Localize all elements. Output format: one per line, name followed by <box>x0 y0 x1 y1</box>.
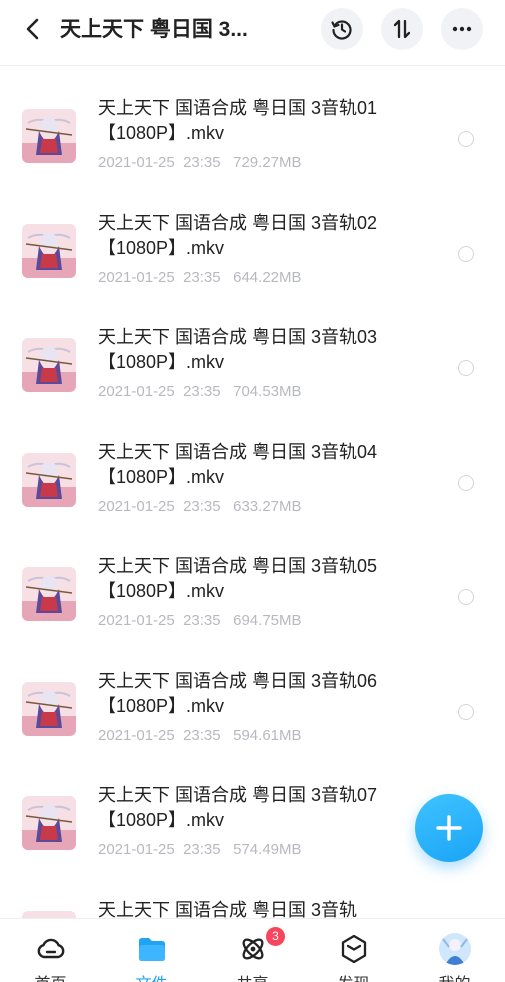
tab-share[interactable]: 3 共享 <box>202 919 303 982</box>
select-radio[interactable] <box>458 703 474 720</box>
share-orbit-icon <box>237 933 269 965</box>
back-button[interactable] <box>18 14 48 44</box>
bottom-tab-bar: 首页 文件 3 共享 发现 <box>0 918 505 982</box>
file-date: 2021-01-25 23:35 <box>98 268 221 286</box>
tab-label: 共享 <box>202 970 303 982</box>
file-list: 天上天下 国语合成 粤日国 3音轨01【1080P】.mkv 2021-01-2… <box>0 66 505 918</box>
select-radio[interactable] <box>458 474 474 491</box>
video-thumbnail <box>22 338 76 392</box>
tab-label: 首页 <box>0 970 101 982</box>
file-row[interactable]: 天上天下 国语合成 粤日国 3音轨04【1080P】.mkv 2021-01-2… <box>0 410 505 525</box>
video-thumbnail <box>22 109 76 163</box>
video-thumbnail <box>22 681 76 736</box>
file-row[interactable]: 天上天下 国语合成 粤日国 3音轨 <box>0 868 505 919</box>
file-date: 2021-01-25 23:35 <box>98 497 221 515</box>
file-row[interactable]: 天上天下 国语合成 粤日国 3音轨02【1080P】.mkv 2021-01-2… <box>0 181 505 296</box>
file-name: 天上天下 国语合成 粤日国 3音轨02【1080P】.mkv <box>98 212 378 258</box>
file-name: 天上天下 国语合成 粤日国 3音轨 <box>98 899 358 919</box>
file-size: 694.75MB <box>233 612 302 629</box>
folder-icon <box>136 933 168 965</box>
history-button[interactable] <box>321 8 363 50</box>
file-row[interactable]: 天上天下 国语合成 粤日国 3音轨06【1080P】.mkv 2021-01-2… <box>0 639 505 754</box>
top-bar: 天上天下 粤日国 3... <box>0 0 505 66</box>
plus-icon <box>436 815 462 841</box>
tab-home[interactable]: 首页 <box>0 919 101 982</box>
file-size: 574.49MB <box>233 841 302 858</box>
file-meta: 2021-01-25 23:35 729.27MB <box>98 154 302 171</box>
select-radio[interactable] <box>458 360 474 376</box>
file-size: 729.27MB <box>233 154 302 171</box>
chevron-left-icon <box>26 18 39 40</box>
file-date: 2021-01-25 23:35 <box>98 841 221 858</box>
file-row[interactable]: 天上天下 国语合成 粤日国 3音轨03【1080P】.mkv 2021-01-2… <box>0 295 505 410</box>
tab-files[interactable]: 文件 <box>101 919 202 982</box>
video-thumbnail <box>22 223 76 278</box>
notification-badge: 3 <box>266 927 285 946</box>
file-name: 天上天下 国语合成 粤日国 3音轨06【1080P】.mkv <box>98 670 378 716</box>
video-thumbnail <box>22 567 76 621</box>
file-date: 2021-01-25 23:35 <box>98 726 221 744</box>
file-meta: 2021-01-25 23:35 594.61MB <box>98 727 302 744</box>
video-thumbnail <box>22 452 76 507</box>
file-size: 704.53MB <box>233 383 302 400</box>
avatar-icon <box>439 933 471 965</box>
tab-label: 我的 <box>404 970 505 982</box>
file-meta: 2021-01-25 23:35 704.53MB <box>98 383 302 400</box>
select-radio[interactable] <box>458 245 474 262</box>
file-size: 594.61MB <box>233 726 302 744</box>
file-meta: 2021-01-25 23:35 644.22MB <box>98 269 302 286</box>
more-icon <box>452 26 472 32</box>
tab-label: 文件 <box>101 970 202 982</box>
file-name: 天上天下 国语合成 粤日国 3音轨03【1080P】.mkv <box>98 327 378 372</box>
file-date: 2021-01-25 23:35 <box>98 383 221 400</box>
file-name: 天上天下 国语合成 粤日国 3音轨04【1080P】.mkv <box>98 441 378 487</box>
file-name: 天上天下 国语合成 粤日国 3音轨05【1080P】.mkv <box>98 556 378 601</box>
video-thumbnail <box>22 796 76 850</box>
cloud-icon <box>35 933 67 965</box>
select-radio[interactable] <box>458 131 474 147</box>
tab-mine[interactable]: 我的 <box>404 919 505 982</box>
file-row[interactable]: 天上天下 国语合成 粤日国 3音轨05【1080P】.mkv 2021-01-2… <box>0 524 505 639</box>
sort-icon <box>393 19 411 39</box>
file-row[interactable]: 天上天下 国语合成 粤日国 3音轨01【1080P】.mkv 2021-01-2… <box>0 66 505 181</box>
file-date: 2021-01-25 23:35 <box>98 612 221 629</box>
select-radio[interactable] <box>458 589 474 605</box>
tab-discover[interactable]: 发现 <box>303 919 404 982</box>
file-meta: 2021-01-25 23:35 694.75MB <box>98 612 302 629</box>
page-title: 天上天下 粤日国 3... <box>60 18 248 41</box>
more-button[interactable] <box>441 8 483 50</box>
file-name: 天上天下 国语合成 粤日国 3音轨01【1080P】.mkv <box>98 98 378 143</box>
file-size: 644.22MB <box>233 268 302 286</box>
file-name: 天上天下 国语合成 粤日国 3音轨07【1080P】.mkv <box>98 785 378 830</box>
tab-label: 发现 <box>303 970 404 982</box>
discover-cube-icon <box>338 933 370 965</box>
file-size: 633.27MB <box>233 497 302 515</box>
file-meta: 2021-01-25 23:35 633.27MB <box>98 498 302 515</box>
file-meta: 2021-01-25 23:35 574.49MB <box>98 841 302 858</box>
add-button[interactable] <box>415 794 483 862</box>
video-thumbnail <box>22 910 76 918</box>
file-date: 2021-01-25 23:35 <box>98 154 221 171</box>
history-icon <box>331 20 352 40</box>
sort-button[interactable] <box>381 8 423 50</box>
